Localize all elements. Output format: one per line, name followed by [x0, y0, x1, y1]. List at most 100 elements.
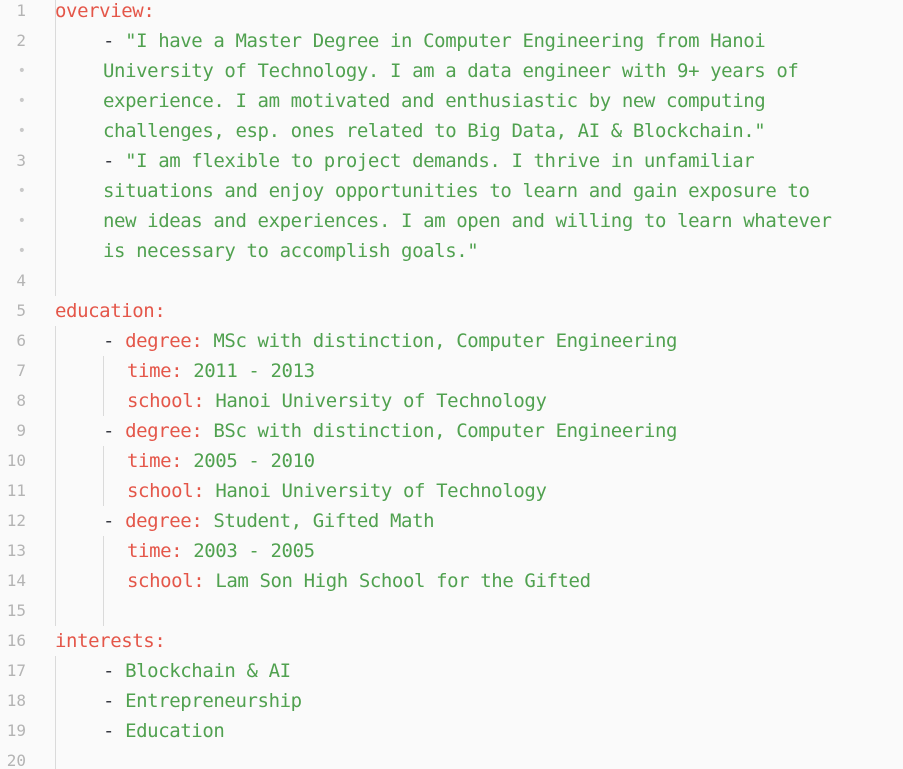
indent-guide — [55, 326, 56, 626]
line-number: 6 — [16, 331, 26, 350]
yaml-colon: : — [171, 450, 194, 472]
yaml-key: degree — [125, 330, 192, 352]
code-line[interactable]: 14 school: Lam Son High School for the Gi… — [0, 566, 903, 596]
list-dash: - — [103, 510, 126, 532]
yaml-key: time — [127, 540, 172, 562]
code-text: school: Hanoi University of Technology — [127, 476, 547, 506]
yaml-key: interests — [55, 630, 155, 652]
code-line[interactable]: 9 - degree: BSc with distinction, Compute… — [0, 416, 903, 446]
code-line[interactable]: • University of Technology. I am a data e… — [0, 56, 903, 86]
yaml-colon: : — [193, 480, 216, 502]
line-number: 10 — [6, 451, 26, 470]
code-line[interactable]: 13 time: 2003 - 2005 — [0, 536, 903, 566]
code-line[interactable]: 7 time: 2011 - 2013 — [0, 356, 903, 386]
yaml-key: overview — [55, 0, 144, 22]
yaml-value: new ideas and experiences. I am open and… — [103, 210, 832, 232]
line-number: 19 — [6, 721, 26, 740]
code-text: - degree: MSc with distinction, Computer… — [103, 326, 677, 356]
list-dash: - — [103, 660, 126, 682]
code-text: situations and enjoy opportunities to le… — [103, 176, 810, 206]
line-number: 7 — [16, 361, 26, 380]
list-dash: - — [103, 690, 126, 712]
code-line[interactable]: 5 education: — [0, 296, 903, 326]
code-text: - Blockchain & AI — [103, 656, 291, 686]
line-number: 15 — [6, 601, 26, 620]
wrap-indicator: • — [17, 243, 26, 259]
code-line[interactable]: 19 - Education — [0, 716, 903, 746]
code-text: - degree: Student, Gifted Math — [103, 506, 435, 536]
yaml-value: BSc with distinction, Computer Engineeri… — [213, 420, 678, 442]
yaml-value: 2011 - 2013 — [193, 360, 315, 382]
yaml-key: school — [127, 570, 194, 592]
code-line[interactable]: 4 — [0, 266, 903, 296]
code-line[interactable]: 2 - "I have a Master Degree in Computer E… — [0, 26, 903, 56]
list-dash: - — [103, 720, 126, 742]
code-line[interactable]: 15 — [0, 596, 903, 626]
code-line[interactable]: 20 — [0, 746, 903, 769]
code-line[interactable]: 17 - Blockchain & AI — [0, 656, 903, 686]
wrap-indicator: • — [17, 93, 26, 109]
code-line[interactable]: 8 school: Hanoi University of Technology — [0, 386, 903, 416]
yaml-value: is necessary to accomplish goals." — [103, 240, 479, 262]
list-dash: - — [103, 330, 126, 352]
yaml-colon: : — [171, 360, 194, 382]
yaml-value: experience. I am motivated and enthusias… — [103, 90, 766, 112]
code-line[interactable]: 1 overview: — [0, 0, 903, 26]
list-dash: - — [103, 420, 126, 442]
line-number: 11 — [6, 481, 26, 500]
line-number: 2 — [16, 31, 26, 50]
code-line[interactable]: 10 time: 2005 - 2010 — [0, 446, 903, 476]
code-line[interactable]: 11 school: Hanoi University of Technology — [0, 476, 903, 506]
code-line[interactable]: • challenges, esp. ones related to Big Da… — [0, 116, 903, 146]
yaml-value: "I have a Master Degree in Computer Engi… — [125, 30, 766, 52]
yaml-value: situations and enjoy opportunities to le… — [103, 180, 810, 202]
code-line[interactable]: 16 interests: — [0, 626, 903, 656]
line-number: 14 — [6, 571, 26, 590]
yaml-colon: : — [191, 510, 214, 532]
code-line[interactable]: 12 - degree: Student, Gifted Math — [0, 506, 903, 536]
yaml-key: degree — [125, 420, 192, 442]
code-line[interactable]: 18 - Entrepreneurship — [0, 686, 903, 716]
yaml-colon: : — [143, 0, 155, 22]
line-number: 18 — [6, 691, 26, 710]
code-text: school: Lam Son High School for the Gift… — [127, 566, 591, 596]
indent-guide — [103, 446, 104, 506]
yaml-colon: : — [193, 570, 216, 592]
yaml-key: degree — [125, 510, 192, 532]
code-line[interactable]: 6 - degree: MSc with distinction, Compute… — [0, 326, 903, 356]
code-line[interactable]: • is necessary to accomplish goals." — [0, 236, 903, 266]
code-text: - "I have a Master Degree in Computer En… — [103, 26, 766, 56]
wrap-indicator: • — [17, 123, 26, 139]
yaml-key: education — [55, 300, 155, 322]
code-editor[interactable]: 1 overview: 2 - "I have a Master Degree in … — [0, 0, 903, 769]
indent-guide — [55, 0, 56, 296]
wrap-indicator: • — [17, 63, 26, 79]
yaml-key: school — [127, 480, 194, 502]
code-text: interests: — [55, 626, 166, 656]
code-text: - degree: BSc with distinction, Computer… — [103, 416, 677, 446]
line-number: 4 — [16, 271, 26, 290]
line-number: 17 — [6, 661, 26, 680]
code-text: education: — [55, 296, 166, 326]
code-text: school: Hanoi University of Technology — [127, 386, 547, 416]
code-text: is necessary to accomplish goals." — [103, 236, 479, 266]
code-line[interactable]: • experience. I am motivated and enthusia… — [0, 86, 903, 116]
code-line[interactable]: 3 - "I am flexible to project demands. I … — [0, 146, 903, 176]
wrap-indicator: • — [17, 183, 26, 199]
line-number: 13 — [6, 541, 26, 560]
yaml-value: Education — [125, 720, 225, 742]
list-dash: - — [103, 30, 126, 52]
line-number: 1 — [16, 1, 26, 20]
code-text: - "I am flexible to project demands. I t… — [103, 146, 755, 176]
yaml-colon: : — [191, 420, 214, 442]
code-line[interactable]: • new ideas and experiences. I am open an… — [0, 206, 903, 236]
code-line[interactable]: • situations and enjoy opportunities to l… — [0, 176, 903, 206]
yaml-value: "I am flexible to project demands. I thr… — [125, 150, 755, 172]
code-text: time: 2003 - 2005 — [127, 536, 315, 566]
indent-guide — [103, 356, 104, 416]
line-number: 16 — [6, 631, 26, 650]
line-number: 8 — [16, 391, 26, 410]
yaml-value: Entrepreneurship — [125, 690, 302, 712]
code-text: challenges, esp. ones related to Big Dat… — [103, 116, 766, 146]
yaml-value: Student, Gifted Math — [213, 510, 435, 532]
